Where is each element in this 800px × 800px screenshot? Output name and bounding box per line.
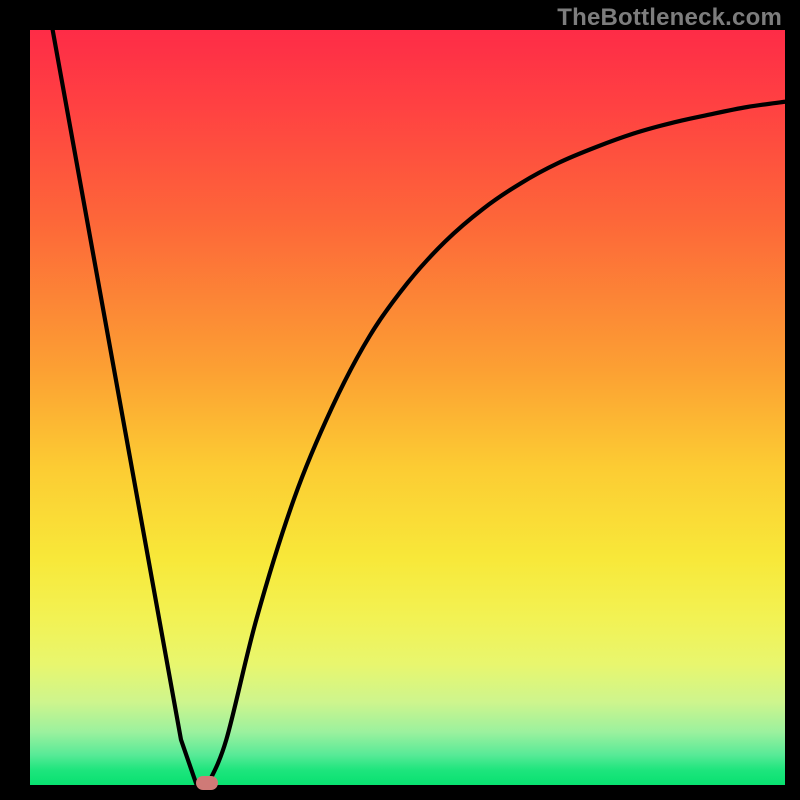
min-marker (196, 776, 218, 790)
plot-area (30, 30, 785, 785)
chart-frame: TheBottleneck.com (0, 0, 800, 800)
watermark-text: TheBottleneck.com (557, 4, 782, 32)
curve-path (53, 30, 785, 785)
curve-svg (30, 30, 785, 785)
